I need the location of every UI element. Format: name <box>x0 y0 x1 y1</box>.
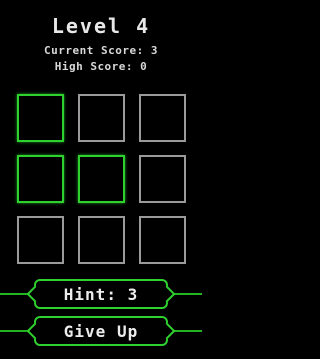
tile-2[interactable] <box>78 94 125 142</box>
tile-9[interactable] <box>139 216 186 264</box>
high-score: High Score: 0 <box>54 60 148 73</box>
tile-3[interactable] <box>139 94 186 142</box>
give-up-button[interactable]: Give Up <box>34 316 168 346</box>
tile-5[interactable] <box>78 155 125 203</box>
hint-button[interactable]: Hint: 3 <box>34 279 168 309</box>
tile-4[interactable] <box>17 155 64 203</box>
tile-7[interactable] <box>17 216 64 264</box>
tile-8[interactable] <box>78 216 125 264</box>
level-title: Level 4 <box>51 14 151 38</box>
tile-1[interactable] <box>17 94 64 142</box>
current-score: Current Score: 3 <box>44 44 158 57</box>
tile-grid <box>17 94 187 266</box>
tile-6[interactable] <box>139 155 186 203</box>
